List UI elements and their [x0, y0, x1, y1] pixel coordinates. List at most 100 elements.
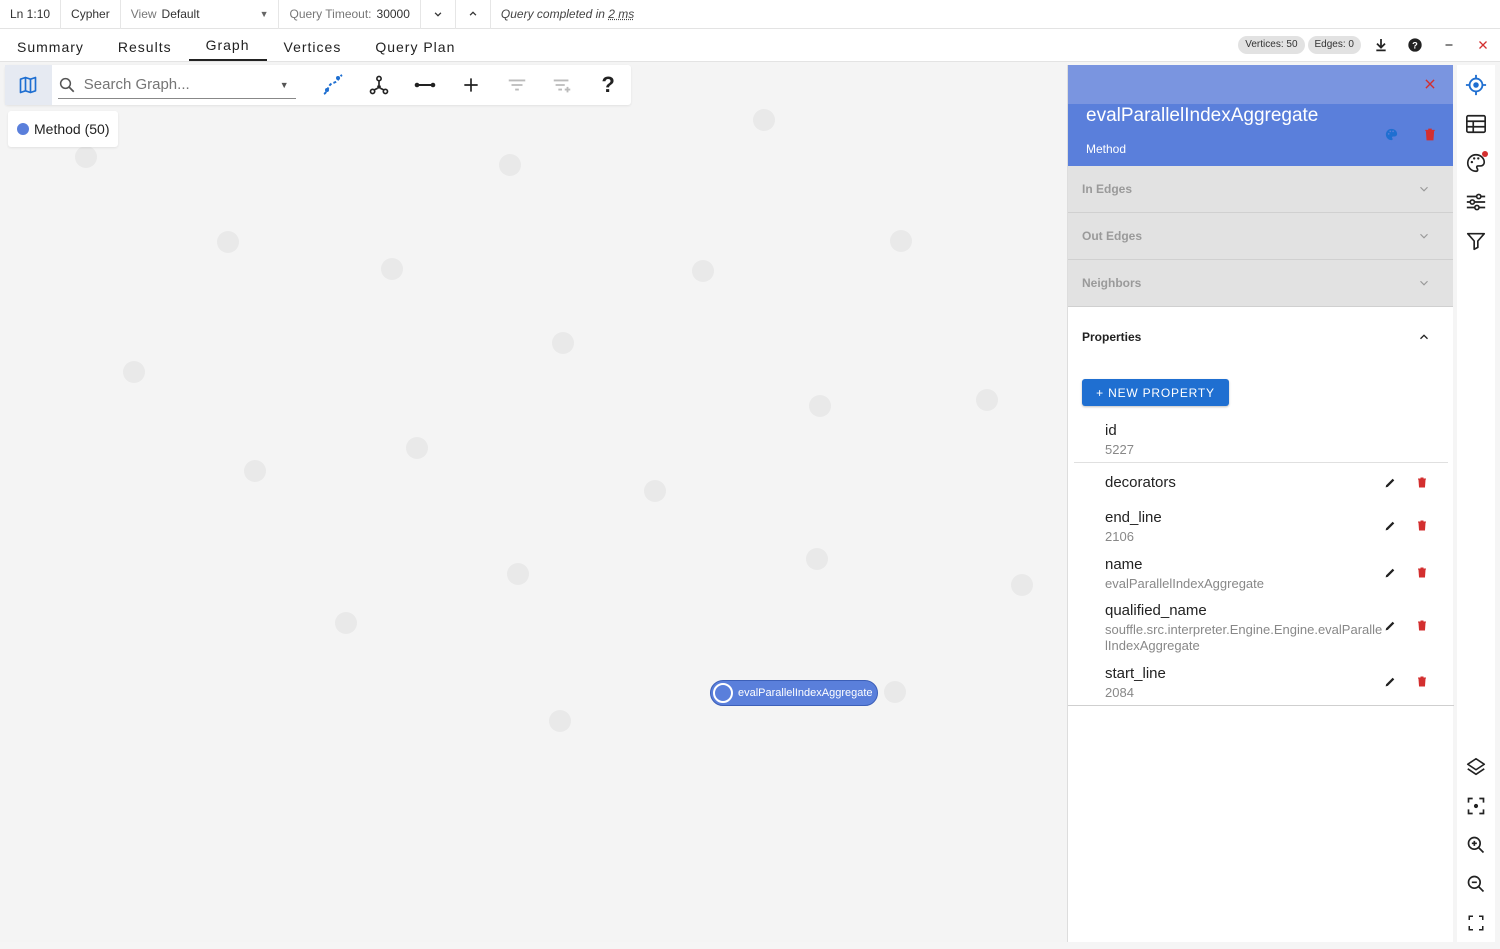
collapse-down-button[interactable]	[421, 0, 456, 29]
minimize-button[interactable]	[1432, 32, 1466, 58]
new-property-button[interactable]: + NEW PROPERTY	[1082, 379, 1229, 406]
right-icon-rail	[1457, 65, 1495, 942]
styles-button[interactable]	[1464, 151, 1488, 175]
completed-time: 2 ms	[608, 7, 635, 21]
legend-label: Method (50)	[34, 121, 110, 137]
delete-property-button[interactable]	[1416, 476, 1428, 494]
delete-node-button[interactable]	[1423, 127, 1437, 147]
chevron-down-icon	[1420, 280, 1428, 286]
edit-property-button[interactable]	[1384, 476, 1397, 494]
add-edge-button[interactable]	[402, 65, 448, 105]
node-title: evalParallelIndexAggregate	[1086, 105, 1319, 126]
change-style-button[interactable]	[1384, 127, 1399, 147]
query-status: Query completed in 2 ms	[491, 0, 644, 29]
zoom-in-button[interactable]	[1464, 833, 1488, 857]
search-graph[interactable]: ▼	[57, 71, 297, 99]
settings-button[interactable]	[1464, 190, 1488, 214]
layers-button[interactable]	[1464, 755, 1488, 779]
filter-icon	[1466, 232, 1486, 251]
node-circle	[713, 683, 733, 703]
delete-property-button[interactable]	[1416, 619, 1428, 637]
faded-node	[217, 231, 239, 253]
zoom-out-icon	[1467, 875, 1485, 893]
language-indicator[interactable]: Cypher	[61, 0, 121, 29]
caret-down-icon[interactable]: ▼	[280, 80, 289, 90]
timeout-label: Query Timeout:	[289, 7, 372, 21]
help-question-button[interactable]: ?	[585, 65, 631, 105]
map-toggle-button[interactable]	[5, 65, 52, 105]
layers-icon	[1466, 757, 1486, 776]
expand-neighbors-button[interactable]	[356, 65, 402, 105]
filter-remove-button[interactable]	[494, 65, 540, 105]
tab-vertices[interactable]: Vertices	[267, 28, 359, 61]
edit-property-button[interactable]	[1384, 519, 1397, 537]
chevron-up-icon	[1420, 334, 1428, 340]
pencil-icon	[1385, 621, 1395, 631]
search-input[interactable]	[83, 76, 274, 93]
faded-node	[123, 361, 145, 383]
add-node-button[interactable]	[448, 65, 494, 105]
graph-node-selected[interactable]: evalParallelIndexAggregate	[710, 680, 878, 706]
section-in-edges[interactable]: In Edges	[1068, 166, 1453, 213]
delete-property-button[interactable]	[1416, 675, 1428, 693]
section-properties[interactable]: Properties	[1068, 307, 1453, 367]
help-button[interactable]: ?	[1398, 32, 1432, 58]
close-button[interactable]	[1466, 32, 1500, 58]
node-type: Method	[1086, 142, 1127, 156]
edges-count-badge: Edges: 0	[1307, 36, 1361, 54]
section-neighbors[interactable]: Neighbors	[1068, 260, 1453, 307]
property-value: evalParallelIndexAggregate	[1105, 576, 1264, 591]
edit-property-button[interactable]	[1384, 675, 1397, 693]
tab-bar: Summary Results Graph Vertices Query Pla…	[0, 29, 1500, 62]
vertices-count-badge: Vertices: 50	[1238, 36, 1305, 54]
trash-icon	[1418, 477, 1426, 488]
download-icon	[1376, 39, 1386, 52]
help-circle-icon: ?	[1408, 38, 1422, 52]
close-icon	[1425, 79, 1435, 89]
completed-prefix: Query completed in	[500, 7, 605, 21]
tab-query-plan[interactable]: Query Plan	[358, 28, 472, 61]
legend-color-dot	[17, 123, 29, 135]
close-panel-button[interactable]	[1423, 75, 1437, 96]
view-label: View	[130, 7, 157, 21]
delete-property-button[interactable]	[1416, 519, 1428, 537]
filter-button[interactable]	[1464, 229, 1488, 253]
zoom-out-button[interactable]	[1464, 872, 1488, 896]
delete-property-button[interactable]	[1416, 566, 1428, 584]
tab-graph[interactable]: Graph	[188, 28, 267, 61]
expand-path-button[interactable]	[310, 65, 356, 105]
legend-method[interactable]: Method (50)	[8, 111, 119, 147]
edit-property-button[interactable]	[1384, 566, 1397, 584]
tab-summary[interactable]: Summary	[0, 28, 101, 61]
graph-canvas[interactable]: ▼ ? Method (50) evalParallelIndexAggrega…	[0, 62, 1067, 942]
chevron-down-icon	[1420, 186, 1428, 192]
trash-icon	[1418, 676, 1426, 687]
section-out-edges[interactable]: Out Edges	[1068, 213, 1453, 260]
property-row-start-line: start_line 2084	[1105, 665, 1445, 701]
download-button[interactable]	[1364, 32, 1398, 58]
focus-icon	[1467, 797, 1485, 815]
divider	[1068, 705, 1454, 706]
node-label: evalParallelIndexAggregate	[738, 687, 873, 699]
fit-to-screen-button[interactable]	[1464, 794, 1488, 818]
table-view-button[interactable]	[1464, 112, 1488, 136]
graph-network-icon	[369, 75, 389, 95]
cursor-position: Ln 1:10	[0, 0, 62, 29]
view-select[interactable]: View Default ▼	[121, 0, 280, 29]
details-view-button[interactable]	[1464, 73, 1488, 97]
section-label: In Edges	[1082, 182, 1133, 196]
tab-results[interactable]: Results	[101, 28, 189, 61]
faded-node	[809, 395, 831, 417]
fullscreen-button[interactable]	[1464, 911, 1488, 935]
property-value: 2106	[1105, 529, 1134, 544]
svg-text:?: ?	[1412, 40, 1418, 50]
arrow-both-icon	[414, 82, 436, 88]
faded-node	[890, 230, 912, 252]
filter-add-button[interactable]	[539, 65, 585, 105]
query-timeout[interactable]: Query Timeout: 30000	[279, 0, 421, 29]
timeout-value[interactable]: 30000	[377, 7, 410, 21]
expand-up-button[interactable]	[456, 0, 491, 29]
crosshair-icon	[1465, 74, 1487, 96]
faded-node	[381, 258, 403, 280]
edit-property-button[interactable]	[1384, 619, 1397, 637]
